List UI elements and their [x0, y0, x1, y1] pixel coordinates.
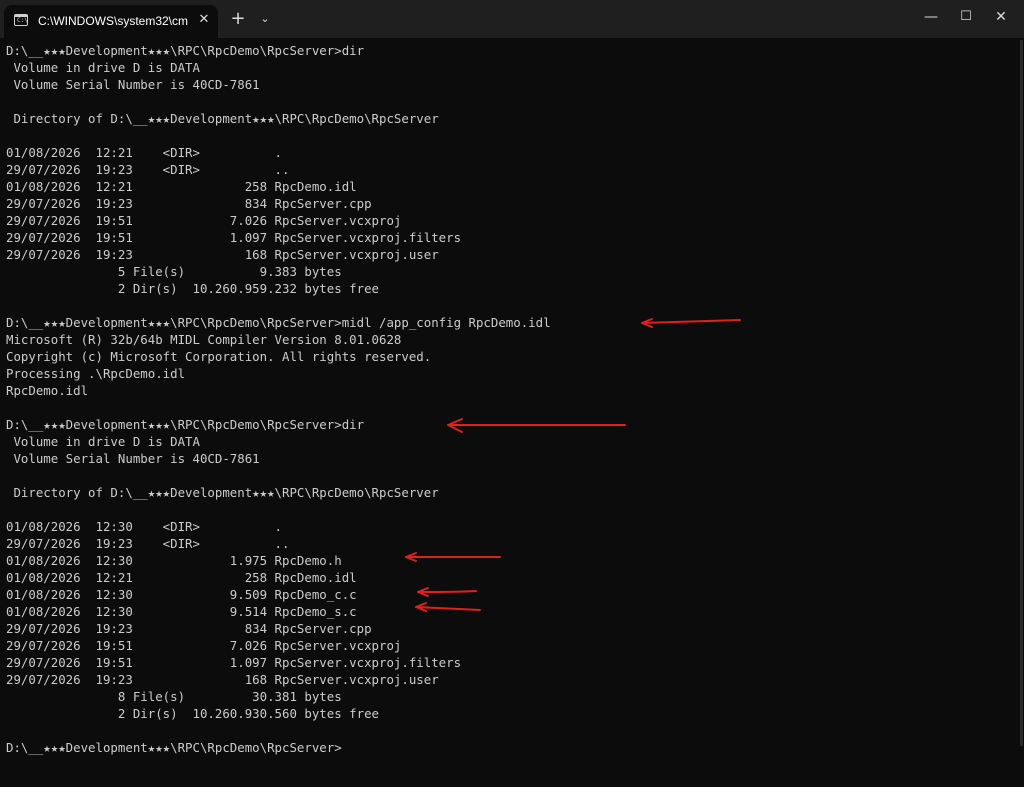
console-line: Volume Serial Number is 40CD-7861 — [6, 77, 260, 92]
console-line: Processing .\RpcDemo.idl — [6, 366, 186, 381]
console-line: Copyright (c) Microsoft Corporation. All… — [6, 349, 432, 364]
console-line: 01/08/2026 12:30 9.509 RpcDemo_c.c — [6, 587, 357, 602]
console-line: 29/07/2026 19:23 168 RpcServer.vcxproj.u… — [6, 672, 439, 687]
console-line: 29/07/2026 19:51 7.026 RpcServer.vcxproj — [6, 213, 402, 228]
console-output[interactable]: D:\__★★★Development★★★\RPC\RpcDemo\RpcSe… — [0, 38, 1020, 787]
console-line: 29/07/2026 19:23 834 RpcServer.cpp — [6, 621, 372, 636]
console-line: D:\__★★★Development★★★\RPC\RpcDemo\RpcSe… — [6, 315, 551, 330]
console-line: 01/08/2026 12:30 1.975 RpcDemo.h — [6, 553, 342, 568]
console-line: 29/07/2026 19:51 7.026 RpcServer.vcxproj — [6, 638, 402, 653]
console-line: Microsoft (R) 32b/64b MIDL Compiler Vers… — [6, 332, 402, 347]
close-button[interactable]: ✕ — [978, 0, 1024, 34]
console-line: 01/08/2026 12:30 9.514 RpcDemo_s.c — [6, 604, 357, 619]
console-line: D:\__★★★Development★★★\RPC\RpcDemo\RpcSe… — [6, 740, 342, 755]
console-line: 01/08/2026 12:21 <DIR> . — [6, 145, 283, 160]
console-line: 29/07/2026 19:51 1.097 RpcServer.vcxproj… — [6, 655, 462, 670]
console-line: 29/07/2026 19:51 1.097 RpcServer.vcxproj… — [6, 230, 462, 245]
console-line: 29/07/2026 19:23 <DIR> .. — [6, 162, 290, 177]
console-line: 01/08/2026 12:21 258 RpcDemo.idl — [6, 570, 357, 585]
tab-dropdown-icon[interactable]: ⌄ — [256, 9, 274, 29]
console-line: Directory of D:\__★★★Development★★★\RPC\… — [6, 111, 439, 126]
tab-close-icon[interactable]: ✕ — [194, 10, 214, 30]
console-line: RpcDemo.idl — [6, 383, 89, 398]
console-line: Volume in drive D is DATA — [6, 60, 200, 75]
scrollbar-thumb[interactable] — [1020, 40, 1023, 746]
console-line: 01/08/2026 12:21 258 RpcDemo.idl — [6, 179, 357, 194]
console-line: 2 Dir(s) 10.260.959.232 bytes free — [6, 281, 379, 296]
new-tab-button[interactable]: + — [228, 9, 248, 29]
console-line: 5 File(s) 9.383 bytes — [6, 264, 342, 279]
terminal-tab[interactable]: C:\ C:\WINDOWS\system32\cmd. ✕ — [4, 5, 218, 38]
console-line: 29/07/2026 19:23 <DIR> .. — [6, 536, 290, 551]
console-line: Volume Serial Number is 40CD-7861 — [6, 451, 260, 466]
console-line: 2 Dir(s) 10.260.930.560 bytes free — [6, 706, 379, 721]
console-line: Directory of D:\__★★★Development★★★\RPC\… — [6, 485, 439, 500]
console-line: 01/08/2026 12:30 <DIR> . — [6, 519, 283, 534]
console-line: Volume in drive D is DATA — [6, 434, 200, 449]
tab-title: C:\WINDOWS\system32\cmd. — [38, 14, 188, 28]
console-line: D:\__★★★Development★★★\RPC\RpcDemo\RpcSe… — [6, 43, 365, 58]
console-line: 29/07/2026 19:23 168 RpcServer.vcxproj.u… — [6, 247, 439, 262]
title-bar: C:\ C:\WINDOWS\system32\cmd. ✕ + ⌄ — ☐ ✕ — [0, 0, 1024, 38]
console-line: D:\__★★★Development★★★\RPC\RpcDemo\RpcSe… — [6, 417, 365, 432]
console-line: 29/07/2026 19:23 834 RpcServer.cpp — [6, 196, 372, 211]
cmd-icon: C:\ — [14, 14, 28, 26]
console-line: 8 File(s) 30.381 bytes — [6, 689, 342, 704]
